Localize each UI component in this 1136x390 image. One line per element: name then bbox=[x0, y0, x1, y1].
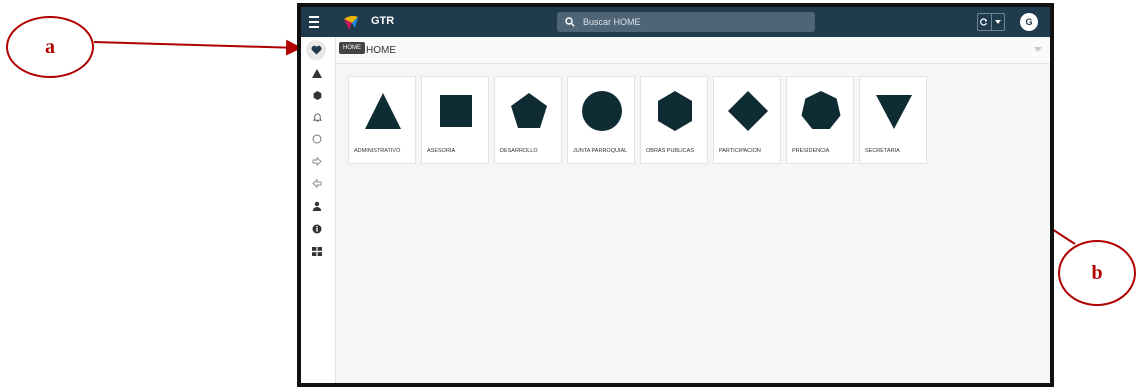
square-icon bbox=[440, 95, 472, 127]
annotation-b: b bbox=[1058, 240, 1136, 306]
tile-label: ASESORIA bbox=[427, 148, 456, 154]
diamond-icon bbox=[728, 91, 768, 131]
bell-icon[interactable] bbox=[309, 109, 325, 125]
tile-junta-parroquial[interactable]: JUNTA PARROQUIAL bbox=[567, 76, 635, 164]
arrow-left-icon[interactable] bbox=[309, 175, 325, 191]
search-input[interactable]: Buscar HOME bbox=[583, 17, 641, 27]
circle-icon bbox=[582, 91, 622, 131]
sidebar bbox=[301, 37, 336, 383]
tile-asesoria[interactable]: ASESORIA bbox=[421, 76, 489, 164]
tile-participacion[interactable]: PARTICIPACION bbox=[713, 76, 781, 164]
tile-label: SECRETARIA bbox=[865, 148, 900, 154]
tile-desarrollo[interactable]: DESARROLLO bbox=[494, 76, 562, 164]
heart-icon[interactable] bbox=[306, 40, 326, 60]
tile-label: DESARROLLO bbox=[500, 148, 538, 154]
pentagon-icon bbox=[511, 93, 547, 128]
circle-icon[interactable] bbox=[309, 131, 325, 147]
refresh-icon[interactable] bbox=[978, 14, 992, 30]
heptagon-icon bbox=[801, 91, 841, 129]
tile-label: PRESIDENCIA bbox=[792, 148, 830, 154]
caret-down-icon[interactable] bbox=[992, 14, 1005, 30]
annotation-a: a bbox=[6, 16, 94, 78]
tile-label: JUNTA PARROQUIAL bbox=[573, 148, 628, 154]
tile-label: OBRAS PUBLICAS bbox=[646, 148, 694, 154]
triangle-icon bbox=[365, 93, 401, 129]
grid-icon[interactable] bbox=[309, 243, 325, 259]
tooltip: HOME bbox=[339, 42, 365, 54]
breadcrumb: HOME bbox=[336, 37, 1050, 64]
refresh-button-group bbox=[977, 13, 1005, 31]
search-icon bbox=[565, 17, 575, 27]
user-avatar[interactable]: G bbox=[1020, 13, 1038, 31]
hamburger-menu-icon[interactable] bbox=[309, 16, 319, 28]
tile-presidencia[interactable]: PRESIDENCIA bbox=[786, 76, 854, 164]
hexagon-icon bbox=[658, 91, 692, 131]
user-icon[interactable] bbox=[309, 198, 325, 214]
app-title: GTR bbox=[371, 15, 395, 27]
tile-label: ADMINISTRATIVO bbox=[354, 148, 401, 154]
app-logo bbox=[344, 15, 358, 30]
app-window: GTR Buscar HOME G HOME HOME ADMINISTRATI… bbox=[301, 7, 1050, 383]
module-tiles: ADMINISTRATIVO ASESORIA DESARROLLO JUNTA… bbox=[348, 76, 927, 164]
arrow-a bbox=[93, 39, 302, 56]
page-title: HOME bbox=[366, 45, 396, 56]
triangle-icon[interactable] bbox=[309, 65, 325, 81]
tile-administrativo[interactable]: ADMINISTRATIVO bbox=[348, 76, 416, 164]
tile-obras-publicas[interactable]: OBRAS PUBLICAS bbox=[640, 76, 708, 164]
search-bar[interactable]: Buscar HOME bbox=[557, 12, 815, 32]
app-screenshot-frame: GTR Buscar HOME G HOME HOME ADMINISTRATI… bbox=[297, 3, 1054, 387]
arrow-right-icon[interactable] bbox=[309, 153, 325, 169]
info-icon[interactable] bbox=[309, 221, 325, 237]
inverted-triangle-icon bbox=[876, 95, 912, 129]
top-bar: GTR Buscar HOME G bbox=[301, 7, 1050, 37]
hexagon-icon[interactable] bbox=[309, 87, 325, 103]
tile-secretaria[interactable]: SECRETARIA bbox=[859, 76, 927, 164]
chevron-down-icon[interactable] bbox=[1034, 47, 1042, 52]
tile-label: PARTICIPACION bbox=[719, 148, 761, 154]
main-content: ADMINISTRATIVO ASESORIA DESARROLLO JUNTA… bbox=[336, 64, 1050, 383]
